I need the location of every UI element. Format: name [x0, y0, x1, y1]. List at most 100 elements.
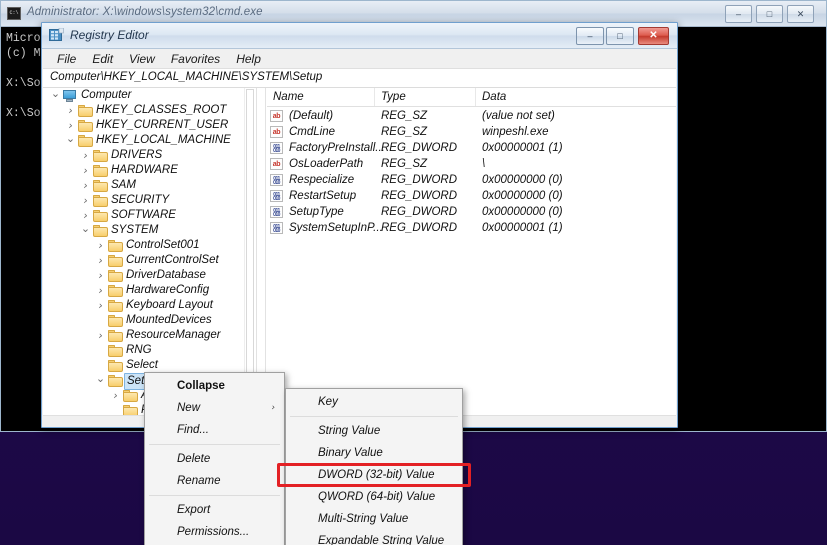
submenu-item-label: String Value [318, 425, 381, 437]
tree-node[interactable]: › CurrentControlSet [43, 253, 256, 268]
cmd-maximize-button[interactable]: □ [756, 5, 783, 23]
submenu-item-label: QWORD (64-bit) Value [318, 491, 436, 503]
submenu-item-expandable-string-value[interactable]: Expandable String Value [286, 530, 462, 545]
context-menu[interactable]: Collapse New › Find... Delete Rename Export Per… [144, 372, 285, 545]
chevron-right-icon[interactable]: › [95, 328, 106, 343]
regedit-maximize-button[interactable]: □ [606, 27, 634, 45]
new-submenu[interactable]: Key String Value Binary Value DWORD (32-bit… [285, 388, 463, 545]
tree-node[interactable]: RNG [43, 343, 256, 358]
value-row[interactable]: 011 010 Respecialize REG_DWORD 0x00000000 (0… [267, 172, 676, 188]
regedit-menubar: File Edit View Favorites Help [43, 49, 676, 69]
tree-node[interactable]: ⌄ Computer [43, 88, 256, 103]
cmd-minimize-button[interactable]: – [725, 5, 752, 23]
folder-icon [78, 120, 93, 132]
submenu-item-qword-64-bit-value[interactable]: QWORD (64-bit) Value [286, 486, 462, 508]
pane-splitter[interactable] [256, 88, 266, 415]
tree-node[interactable]: › SAM [43, 178, 256, 193]
tree-node[interactable]: › Keyboard Layout [43, 298, 256, 313]
regedit-close-button[interactable]: ✕ [638, 27, 669, 45]
chevron-down-icon[interactable]: ⌄ [65, 133, 76, 148]
value-type: REG_DWORD [381, 142, 458, 154]
tree-node[interactable]: › ResourceManager [43, 328, 256, 343]
value-row[interactable]: 011 010 RestartSetup REG_DWORD 0x00000000 (0… [267, 188, 676, 204]
menu-favorites[interactable]: Favorites [163, 49, 228, 69]
menu-file[interactable]: File [49, 49, 84, 69]
tree-node[interactable]: Select [43, 358, 256, 373]
context-menu-item-export[interactable]: Export [145, 499, 284, 521]
registry-values-pane[interactable]: Name Type Data ab (Default) REG_SZ (value n… [267, 88, 676, 415]
value-data: winpeshl.exe [482, 126, 549, 138]
chevron-right-icon[interactable]: › [95, 298, 106, 313]
chevron-right-icon[interactable]: › [110, 388, 121, 403]
reg-dword-icon: 011 010 [270, 222, 283, 234]
menu-edit[interactable]: Edit [84, 49, 121, 69]
chevron-right-icon[interactable]: › [65, 103, 76, 118]
tree-node[interactable]: › SOFTWARE [43, 208, 256, 223]
value-type: REG_SZ [381, 110, 428, 122]
column-header-data[interactable]: Data [476, 88, 676, 106]
chevron-down-icon[interactable]: ⌄ [95, 373, 106, 388]
chevron-right-icon[interactable]: › [95, 253, 106, 268]
regedit-address-bar[interactable]: Computer\HKEY_LOCAL_MACHINE\SYSTEM\Setup [43, 69, 676, 88]
chevron-down-icon[interactable]: ⌄ [50, 88, 61, 103]
value-row[interactable]: 011 010 FactoryPreInstall... REG_DWORD 0x000… [267, 140, 676, 156]
column-header-name[interactable]: Name [267, 88, 375, 106]
context-menu-item-find[interactable]: Find... [145, 419, 284, 441]
submenu-item-multi-string-value[interactable]: Multi-String Value [286, 508, 462, 530]
value-data: \ [482, 158, 486, 170]
value-row[interactable]: ab (Default) REG_SZ (value not set) [267, 108, 676, 124]
chevron-right-icon[interactable]: › [80, 163, 91, 178]
tree-node-label: CurrentControlSet [126, 254, 219, 266]
tree-node[interactable]: MountedDevices [43, 313, 256, 328]
value-row[interactable]: ab OsLoaderPath REG_SZ \ [267, 156, 676, 172]
context-menu-item-delete[interactable]: Delete [145, 448, 284, 470]
tree-node-label: ControlSet001 [126, 239, 200, 251]
context-menu-item-rename[interactable]: Rename [145, 470, 284, 492]
tree-scrollbar-thumb[interactable] [246, 89, 254, 415]
context-menu-item-permissions[interactable]: Permissions... [145, 521, 284, 543]
value-type: REG_DWORD [381, 174, 458, 186]
value-row[interactable]: 011 010 SystemSetupInP... REG_DWORD 0x000000… [267, 220, 676, 236]
tree-node[interactable]: ⌄ HKEY_LOCAL_MACHINE [43, 133, 256, 148]
folder-icon [108, 375, 123, 387]
registry-tree-pane[interactable]: ⌄ Computer › HKEY_CLASSES_ROOT › HKEY_CURRENT… [43, 88, 256, 415]
chevron-right-icon[interactable]: › [95, 238, 106, 253]
column-header-type[interactable]: Type [375, 88, 476, 106]
tree-node[interactable]: › SECURITY [43, 193, 256, 208]
submenu-item-binary-value[interactable]: Binary Value [286, 442, 462, 464]
chevron-right-icon[interactable]: › [80, 208, 91, 223]
chevron-right-icon[interactable]: › [65, 118, 76, 133]
context-menu-item-label: Collapse [177, 380, 225, 392]
tree-node[interactable]: › DriverDatabase [43, 268, 256, 283]
tree-node[interactable]: › ControlSet001 [43, 238, 256, 253]
regedit-titlebar[interactable]: Registry Editor – □ ✕ [42, 23, 677, 49]
tree-node-label: SOFTWARE [111, 209, 176, 221]
value-row[interactable]: ab CmdLine REG_SZ winpeshl.exe [267, 124, 676, 140]
tree-node[interactable]: › HardwareConfig [43, 283, 256, 298]
value-row[interactable]: 011 010 SetupType REG_DWORD 0x00000000 (0) [267, 204, 676, 220]
menu-help[interactable]: Help [228, 49, 269, 69]
chevron-right-icon[interactable]: › [95, 268, 106, 283]
chevron-right-icon[interactable]: › [80, 193, 91, 208]
chevron-right-icon[interactable]: › [95, 283, 106, 298]
tree-node[interactable]: ⌄ SYSTEM [43, 223, 256, 238]
tree-node-label: HKEY_LOCAL_MACHINE [96, 134, 231, 146]
submenu-item-string-value[interactable]: String Value [286, 420, 462, 442]
close-icon: ✕ [649, 30, 658, 41]
context-menu-item-new[interactable]: New › [145, 397, 284, 419]
chevron-right-icon[interactable]: › [80, 148, 91, 163]
chevron-right-icon[interactable]: › [80, 178, 91, 193]
submenu-item-dword-32-bit-value[interactable]: DWORD (32-bit) Value [286, 464, 462, 486]
tree-node[interactable]: › HKEY_CURRENT_USER [43, 118, 256, 133]
menu-view[interactable]: View [121, 49, 163, 69]
tree-node[interactable]: › HKEY_CLASSES_ROOT [43, 103, 256, 118]
context-menu-item-collapse[interactable]: Collapse [145, 375, 284, 397]
tree-scrollbar[interactable] [244, 88, 256, 415]
regedit-minimize-button[interactable]: – [576, 27, 604, 45]
tree-node[interactable]: › DRIVERS [43, 148, 256, 163]
chevron-down-icon[interactable]: ⌄ [80, 223, 91, 238]
tree-node[interactable]: › HARDWARE [43, 163, 256, 178]
cmd-icon: C:\ [7, 7, 21, 20]
cmd-close-button[interactable]: ✕ [787, 5, 814, 23]
submenu-item-key[interactable]: Key [286, 391, 462, 413]
